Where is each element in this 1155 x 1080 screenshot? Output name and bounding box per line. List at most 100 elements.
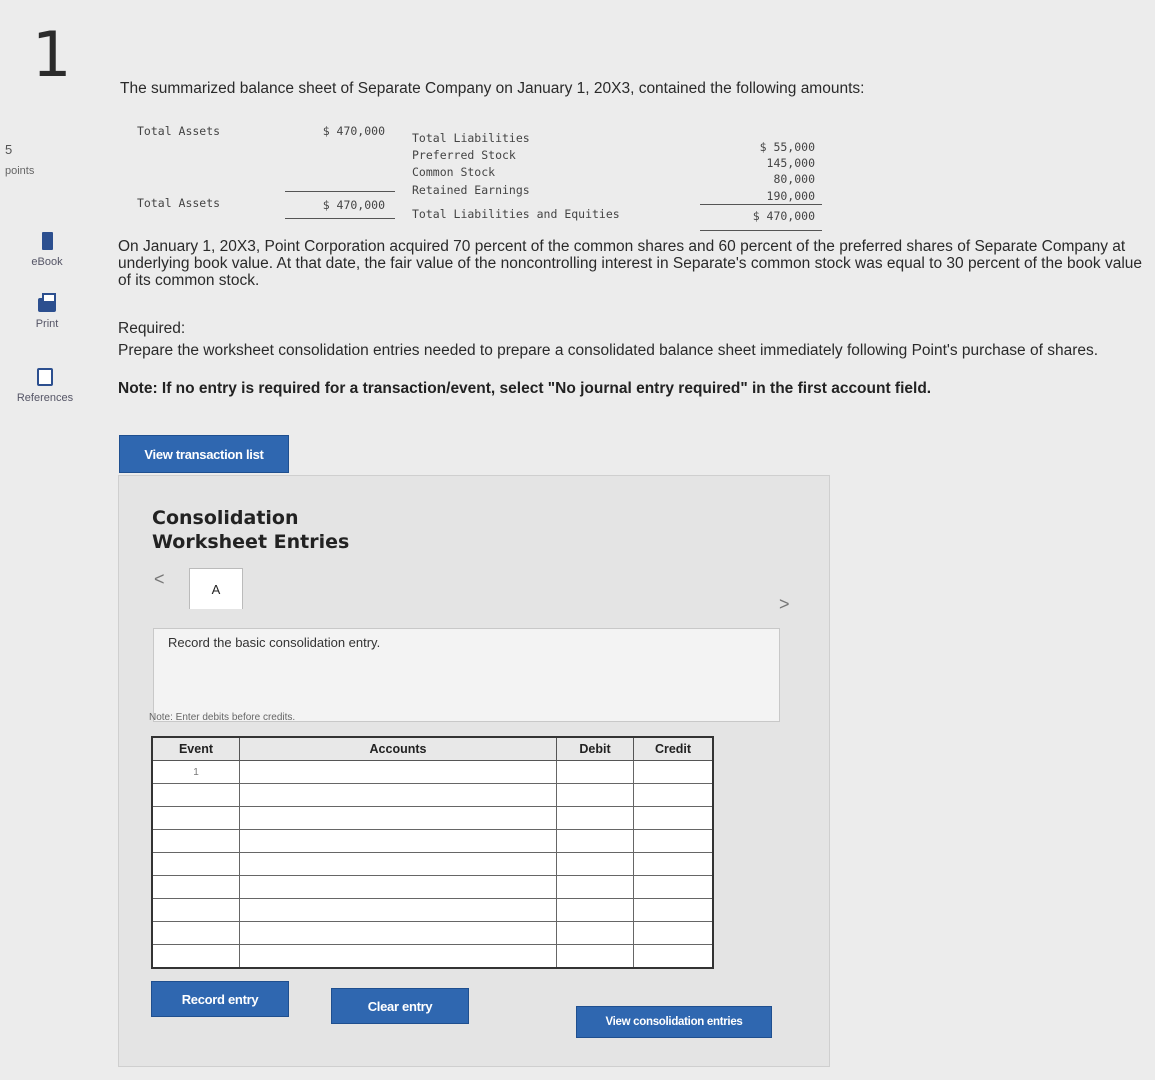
question-number: 1 (32, 18, 72, 91)
instruction-text: Record the basic consolidation entry. (168, 635, 381, 650)
event-cell (151, 898, 240, 922)
bs-right-amount-4: $ 470,000 (752, 209, 815, 223)
bs-right-label-4: Total Liabilities and Equities (412, 207, 620, 221)
next-entry-arrow-icon[interactable]: > (779, 594, 790, 615)
debit-header: Debit (556, 736, 634, 761)
entry-table: Event Accounts Debit Credit 1 (151, 736, 714, 969)
ebook-link[interactable]: eBook (8, 232, 86, 268)
credit-input[interactable] (633, 852, 714, 876)
bs-right-rule (700, 204, 822, 205)
debit-input[interactable] (556, 760, 634, 784)
account-input[interactable] (239, 875, 557, 899)
account-input[interactable] (239, 760, 557, 784)
credit-input[interactable] (633, 898, 714, 922)
credit-input[interactable] (633, 829, 714, 853)
table-row (151, 921, 714, 945)
debit-input[interactable] (556, 875, 634, 899)
account-input[interactable] (239, 944, 557, 969)
event-cell (151, 806, 240, 830)
account-input[interactable] (239, 852, 557, 876)
credit-input[interactable] (633, 783, 714, 807)
credit-input[interactable] (633, 944, 714, 969)
question-intro: The summarized balance sheet of Separate… (120, 80, 865, 97)
bs-right-label-1: Preferred Stock (412, 148, 516, 162)
debit-input[interactable] (556, 829, 634, 853)
bs-left-label: Total Assets (137, 124, 221, 138)
event-cell (151, 829, 240, 853)
bs-right-label-3: Retained Earnings (412, 183, 530, 197)
ebook-label: eBook (31, 256, 63, 268)
worksheet-title-line1: Consolidation (152, 507, 299, 529)
table-row (151, 829, 714, 853)
print-label: Print (35, 318, 59, 330)
event-cell (151, 875, 240, 899)
entry-table-header: Event Accounts Debit Credit (151, 736, 714, 761)
credit-input[interactable] (633, 921, 714, 945)
event-cell (151, 944, 240, 969)
event-cell (151, 852, 240, 876)
event-cell (151, 921, 240, 945)
bs-right-amount-1: 145,000 (766, 156, 815, 170)
references-link[interactable]: References (6, 368, 84, 404)
debit-input[interactable] (556, 783, 634, 807)
table-row (151, 806, 714, 830)
required-text: Prepare the worksheet consolidation entr… (118, 342, 1099, 359)
debit-input[interactable] (556, 852, 634, 876)
bs-left-rule (285, 191, 395, 192)
worksheet-panel: Consolidation Worksheet Entries < A > Re… (118, 475, 830, 1067)
event-cell (151, 783, 240, 807)
credit-header: Credit (633, 736, 714, 761)
worksheet-title: Consolidation Worksheet Entries (152, 506, 349, 554)
debit-input[interactable] (556, 806, 634, 830)
bs-left-total-label: Total Assets (137, 196, 221, 210)
document-icon (37, 368, 53, 386)
table-row (151, 783, 714, 807)
journal-note: Note: If no entry is required for a tran… (118, 380, 932, 397)
bs-left-double-rule (285, 218, 395, 219)
view-transaction-list-button[interactable]: View transaction list (119, 435, 289, 473)
tab-a[interactable]: A (189, 568, 243, 609)
table-row (151, 944, 714, 969)
debits-note: Note: Enter debits before credits. (149, 712, 296, 723)
problem-paragraph: On January 1, 20X3, Point Corporation ac… (118, 238, 1143, 289)
bs-left-total-amount: $ 470,000 (322, 198, 385, 212)
points-label: points (5, 165, 35, 177)
references-label: References (16, 392, 74, 404)
account-input[interactable] (239, 829, 557, 853)
required-label: Required: (118, 320, 186, 337)
account-input[interactable] (239, 898, 557, 922)
book-icon (41, 232, 53, 250)
debit-input[interactable] (556, 944, 634, 969)
debit-input[interactable] (556, 921, 634, 945)
table-row (151, 875, 714, 899)
table-row: 1 (151, 760, 714, 784)
print-link[interactable]: Print (8, 293, 86, 330)
account-input[interactable] (239, 806, 557, 830)
bs-right-amount-3: 190,000 (766, 189, 815, 203)
worksheet-title-line2: Worksheet Entries (152, 531, 350, 553)
debit-input[interactable] (556, 898, 634, 922)
table-row (151, 898, 714, 922)
bs-right-amount-2: 80,000 (773, 172, 815, 186)
prev-entry-arrow-icon[interactable]: < (154, 569, 165, 590)
event-header: Event (151, 736, 240, 761)
credit-input[interactable] (633, 760, 714, 784)
printer-icon (38, 293, 56, 312)
instruction-box: Record the basic consolidation entry. (153, 628, 780, 722)
credit-input[interactable] (633, 806, 714, 830)
record-entry-button[interactable]: Record entry (151, 981, 289, 1017)
view-consolidation-entries-button[interactable]: View consolidation entries (576, 1006, 772, 1038)
clear-entry-button[interactable]: Clear entry (331, 988, 469, 1024)
bs-left-amount: $ 470,000 (322, 124, 385, 138)
bs-right-amount-0: $ 55,000 (759, 140, 815, 154)
accounts-header: Accounts (239, 736, 557, 761)
bs-right-double-rule (700, 230, 822, 231)
bs-right-label-0: Total Liabilities (412, 131, 530, 145)
event-cell: 1 (151, 760, 240, 784)
account-input[interactable] (239, 921, 557, 945)
table-row (151, 852, 714, 876)
bs-right-label-2: Common Stock (412, 165, 496, 179)
account-input[interactable] (239, 783, 557, 807)
points-value: 5 (5, 142, 13, 157)
credit-input[interactable] (633, 875, 714, 899)
